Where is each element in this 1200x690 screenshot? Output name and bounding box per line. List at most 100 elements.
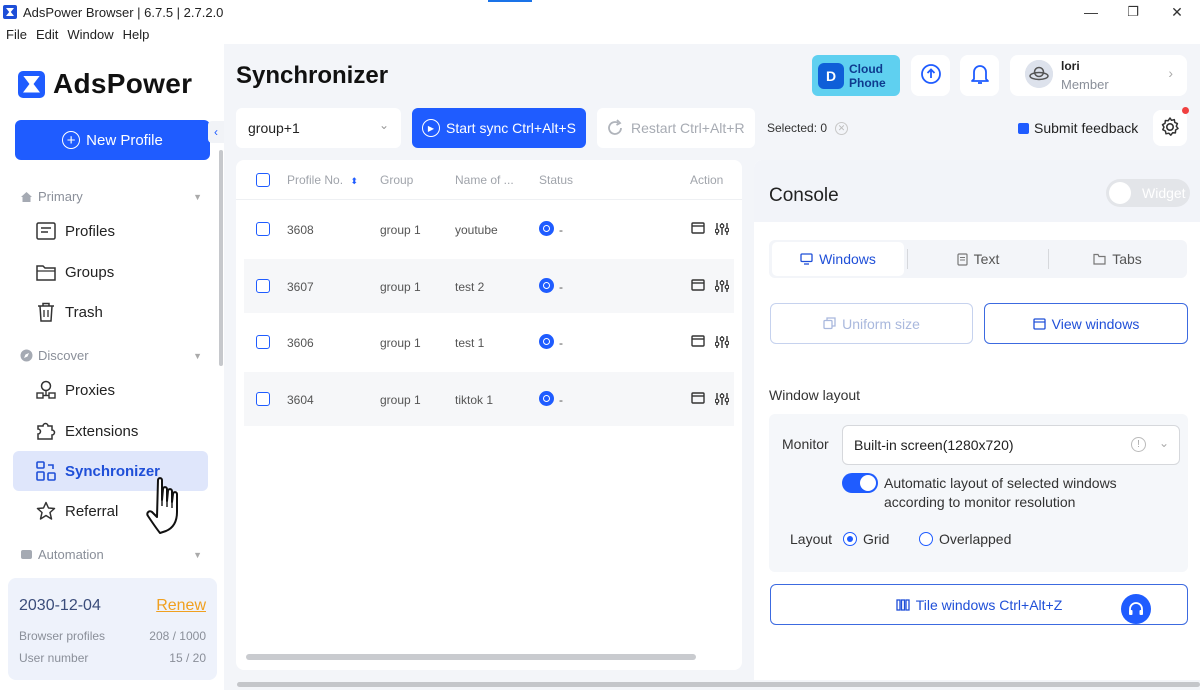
monitor-select-value: Built-in screen(1280x720) <box>854 437 1014 453</box>
profile-name: test 1 <box>455 336 485 350</box>
table-horizontal-scrollbar[interactable] <box>246 654 696 660</box>
window-icon[interactable] <box>691 335 705 349</box>
sort-icon: ⬍ <box>350 176 358 186</box>
layout-grid-radio[interactable] <box>843 532 857 546</box>
layout-label: Layout <box>790 531 833 547</box>
window-icon[interactable] <box>691 279 705 293</box>
layout-overlapped-label[interactable]: Overlapped <box>939 531 1011 547</box>
group-select[interactable]: group+1 ⌄ <box>236 108 401 148</box>
restart-button[interactable]: Restart Ctrl+Alt+R <box>597 108 755 148</box>
auto-layout-toggle[interactable] <box>842 473 878 493</box>
chrome-icon <box>539 391 554 406</box>
window-icon[interactable] <box>691 392 705 406</box>
puzzle-icon <box>36 421 56 441</box>
collapse-sidebar-button[interactable]: ‹ <box>208 121 224 143</box>
sidebar-scrollbar[interactable] <box>219 150 223 366</box>
profile-status: - <box>559 223 563 237</box>
star-icon <box>36 501 56 521</box>
row-checkbox[interactable] <box>256 335 270 349</box>
widget-toggle[interactable]: Widget <box>1106 179 1190 207</box>
monitor-label: Monitor <box>782 436 829 452</box>
support-button[interactable] <box>1121 594 1151 624</box>
main-horizontal-scrollbar[interactable] <box>237 682 1200 687</box>
chrome-icon <box>539 278 554 293</box>
sliders-icon[interactable] <box>714 392 730 406</box>
sidebar-item-proxies[interactable]: Proxies <box>13 371 208 409</box>
upload-icon <box>920 63 942 88</box>
column-name: Name of ... <box>455 173 514 187</box>
user-number-row: User number 15 / 20 <box>19 651 206 665</box>
document-icon <box>957 252 968 266</box>
cloud-phone-button[interactable]: D Cloud Phone <box>812 55 900 96</box>
upload-button[interactable] <box>911 55 950 96</box>
view-windows-button[interactable]: View windows <box>984 303 1188 344</box>
adspower-logo: AdsPower <box>18 68 192 100</box>
logo-text: AdsPower <box>53 68 193 99</box>
section-automation-label: Automation <box>38 547 104 562</box>
section-discover-label: Discover <box>38 348 89 363</box>
window-icon <box>1033 317 1046 330</box>
sidebar-item-extensions[interactable]: Extensions <box>13 412 208 450</box>
section-automation[interactable]: Automation ▼ <box>20 547 202 562</box>
table-row[interactable]: 3608 group 1 youtube - <box>244 202 734 256</box>
restart-icon <box>605 118 625 138</box>
notifications-button[interactable] <box>960 55 999 96</box>
menu-file[interactable]: File <box>6 27 27 42</box>
profile-name: test 2 <box>455 280 485 294</box>
renew-link[interactable]: Renew <box>156 597 206 615</box>
start-sync-button[interactable]: ▶ Start sync Ctrl+Alt+S <box>412 108 586 148</box>
menu-edit[interactable]: Edit <box>36 27 58 42</box>
hand-cursor-icon <box>146 476 198 536</box>
automation-icon <box>20 548 33 561</box>
select-all-checkbox[interactable] <box>256 173 270 187</box>
section-discover[interactable]: Discover ▼ <box>20 348 202 363</box>
user-menu[interactable]: lori Member › <box>1010 55 1187 96</box>
layout-overlapped-radio[interactable] <box>919 532 933 546</box>
table-row[interactable]: 3606 group 1 test 1 - <box>244 315 734 369</box>
play-icon: ▶ <box>422 119 440 137</box>
plus-icon: + <box>62 131 81 149</box>
tab-text[interactable]: Text <box>909 242 1047 276</box>
avatar <box>1025 60 1053 88</box>
sliders-icon[interactable] <box>714 222 730 236</box>
view-windows-label: View windows <box>1051 315 1140 332</box>
new-profile-button[interactable]: + New Profile <box>15 120 210 160</box>
column-profile-no[interactable]: Profile No. ⬍ <box>287 173 358 187</box>
window-icon[interactable] <box>691 222 705 236</box>
monitor-select[interactable]: Built-in screen(1280x720) ! ⌄ <box>842 425 1180 465</box>
submit-feedback-button[interactable]: Submit feedback <box>1018 120 1138 136</box>
sidebar-item-profiles[interactable]: Profiles <box>13 212 208 250</box>
table-row[interactable]: 3604 group 1 tiktok 1 - <box>244 372 734 426</box>
chevron-right-icon: › <box>1168 65 1173 81</box>
sidebar-item-label: Proxies <box>65 381 116 399</box>
maximize-button[interactable]: ❐ <box>1113 0 1153 24</box>
row-checkbox[interactable] <box>256 392 270 406</box>
row-checkbox[interactable] <box>256 279 270 293</box>
sidebar-item-trash[interactable]: Trash <box>13 293 208 331</box>
minimize-button[interactable]: — <box>1071 0 1111 24</box>
clear-selection-icon[interactable]: ✕ <box>835 121 849 135</box>
uniform-size-label: Uniform size <box>842 315 920 332</box>
tab-tabs[interactable]: Tabs <box>1050 242 1185 276</box>
sliders-icon[interactable] <box>714 279 730 293</box>
menu-help[interactable]: Help <box>123 27 150 42</box>
tab-windows[interactable]: Windows <box>772 242 904 276</box>
chrome-icon <box>539 334 554 349</box>
tab-label: Windows <box>819 251 876 267</box>
settings-button[interactable] <box>1153 107 1189 146</box>
layout-grid-label[interactable]: Grid <box>863 531 889 547</box>
info-icon: ! <box>1131 437 1146 452</box>
sliders-icon[interactable] <box>714 335 730 349</box>
table-row[interactable]: 3607 group 1 test 2 - <box>244 259 734 313</box>
cloud-phone-line1: Cloud <box>849 61 883 76</box>
folder-tab-icon <box>1093 253 1106 265</box>
browser-profiles-row: Browser profiles 208 / 1000 <box>19 629 206 643</box>
uniform-size-button[interactable]: Uniform size <box>770 303 973 344</box>
menu-window[interactable]: Window <box>67 27 113 42</box>
sidebar-item-label: Groups <box>65 263 115 281</box>
sidebar-item-groups[interactable]: Groups <box>13 253 208 291</box>
row-checkbox[interactable] <box>256 222 270 236</box>
close-button[interactable]: ✕ <box>1157 0 1197 24</box>
caret-down-icon: ▼ <box>193 350 202 361</box>
section-primary[interactable]: Primary ▼ <box>20 189 202 204</box>
